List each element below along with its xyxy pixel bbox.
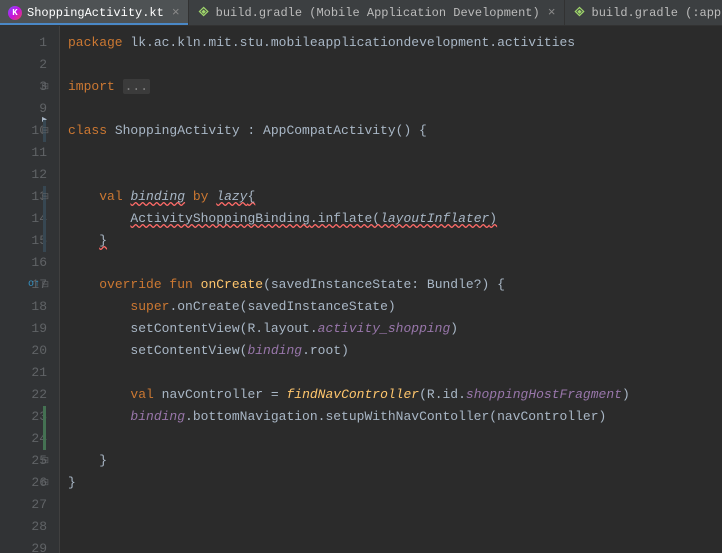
close-icon[interactable]: ×	[172, 5, 180, 20]
fold-open-icon[interactable]: ⊟	[41, 274, 49, 296]
tab-label: build.gradle (Mobile Application Develop…	[216, 6, 540, 20]
line-number: 9▸	[0, 98, 47, 120]
line-number: 16	[0, 252, 47, 274]
tab-label: ShoppingActivity.kt	[27, 6, 164, 20]
fold-close-icon[interactable]: ⊟	[41, 472, 49, 494]
line-number: 29	[0, 538, 47, 553]
editor-area: 1 2 3⊞ 9▸ 10⊟ 11 12 13⊟ 14 15 16 o↑17⊟ 1…	[0, 26, 722, 553]
line-number: 13⊟	[0, 186, 47, 208]
line-number: 18	[0, 296, 47, 318]
close-icon[interactable]: ×	[548, 5, 556, 20]
line-number: 12	[0, 164, 47, 186]
line-number: 14	[0, 208, 47, 230]
folded-imports[interactable]: ...	[123, 79, 150, 94]
line-number: 22	[0, 384, 47, 406]
line-number: 1	[0, 32, 47, 54]
line-number: 25⊟	[0, 450, 47, 472]
kotlin-icon: K	[8, 6, 22, 20]
line-number: 11	[0, 142, 47, 164]
gradle-icon: 🞚	[197, 6, 211, 20]
line-number: 27	[0, 494, 47, 516]
tab-label: build.gradle (:app)	[592, 6, 722, 20]
line-number: 26⊟	[0, 472, 47, 494]
line-number: 15	[0, 230, 47, 252]
fold-open-icon[interactable]: ⊟	[41, 120, 49, 142]
tab-build-gradle-root[interactable]: 🞚 build.gradle (Mobile Application Devel…	[189, 0, 565, 25]
line-number: 19	[0, 318, 47, 340]
editor-tab-bar: K ShoppingActivity.kt × 🞚 build.gradle (…	[0, 0, 722, 26]
line-number: 10⊟	[0, 120, 47, 142]
line-number: 28	[0, 516, 47, 538]
tab-build-gradle-app[interactable]: 🞚 build.gradle (:app) ×	[565, 0, 722, 25]
gradle-icon: 🞚	[573, 6, 587, 20]
line-gutter[interactable]: 1 2 3⊞ 9▸ 10⊟ 11 12 13⊟ 14 15 16 o↑17⊟ 1…	[0, 26, 60, 553]
line-number: 21	[0, 362, 47, 384]
override-icon[interactable]: o↑	[28, 274, 40, 296]
line-number: 23	[0, 406, 47, 428]
fold-open-icon[interactable]: ⊟	[41, 186, 49, 208]
code-content[interactable]: package lk.ac.kln.mit.stu.mobileapplicat…	[60, 26, 722, 553]
fold-collapsed-icon[interactable]: ⊞	[41, 76, 49, 98]
fold-close-icon[interactable]: ⊟	[41, 450, 49, 472]
tab-shopping-activity[interactable]: K ShoppingActivity.kt ×	[0, 0, 189, 25]
line-number: 3⊞	[0, 76, 47, 98]
line-number: o↑17⊟	[0, 274, 47, 296]
line-number: 20	[0, 340, 47, 362]
line-number: 2	[0, 54, 47, 76]
line-number: 24	[0, 428, 47, 450]
